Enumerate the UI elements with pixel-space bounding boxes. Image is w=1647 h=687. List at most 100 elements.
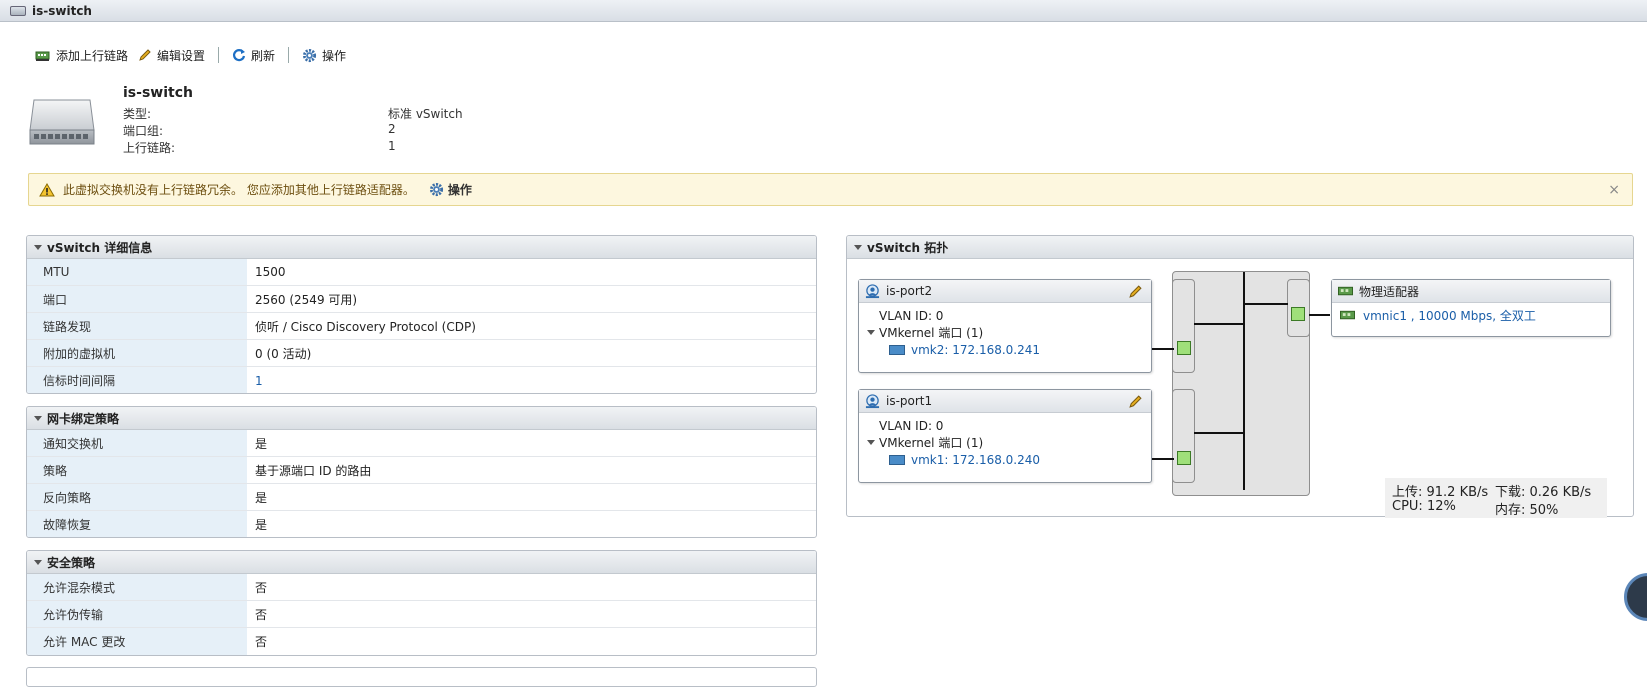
add-uplink-icon [35, 51, 50, 61]
teaming-row-notify: 通知交换机是 [27, 430, 816, 457]
alert-message: 此虚拟交换机没有上行链路冗余。 您应添加其他上行链路适配器。 [63, 183, 415, 197]
security-row-forged-transmits: 允许伪传输否 [27, 601, 816, 628]
vswitch-image-icon [29, 99, 95, 145]
collapse-icon [34, 415, 42, 421]
add-uplink-button[interactable]: 添加上行链路 [30, 47, 133, 64]
vswitch-topology-header[interactable]: vSwitch 拓扑 [847, 236, 1633, 259]
collapse-icon [854, 244, 862, 250]
security-row-mac-changes: 允许 MAC 更改否 [27, 628, 816, 655]
refresh-button[interactable]: 刷新 [227, 47, 280, 64]
portgroup-name[interactable]: is-port2 [886, 284, 932, 298]
pencil-icon [139, 49, 151, 61]
row-value: 是 [255, 518, 268, 532]
vmknic-icon [889, 344, 905, 355]
portgroup-header: is-port1 [859, 390, 1151, 413]
row-label: 端口 [27, 286, 247, 312]
physical-adapters-title: 物理适配器 [1359, 284, 1420, 299]
summary-value-uplinks: 1 [388, 139, 396, 153]
summary-label-uplinks: 上行链路: [123, 141, 176, 155]
row-value: 侦听 / Cisco Discovery Protocol (CDP) [255, 319, 476, 334]
summary-value-portgroups: 2 [388, 122, 396, 136]
port-square [1177, 451, 1191, 465]
row-value-link[interactable]: 1 [247, 367, 263, 393]
physical-adapters-header: 物理适配器 [1332, 280, 1610, 303]
row-label: 链路发现 [27, 313, 247, 339]
vmkernel-group[interactable]: VMkernel 端口 (1) [859, 324, 1151, 341]
switch-icon [10, 5, 26, 16]
system-stats-overlay: 上传: 91.2 KB/s 下载: 0.26 KB/s CPU: 12% 内存:… [1385, 478, 1607, 518]
connector-line [1152, 348, 1174, 350]
vmkernel-group[interactable]: VMkernel 端口 (1) [859, 434, 1151, 451]
row-label: 策略 [27, 457, 247, 483]
panel-title: vSwitch 详细信息 [47, 240, 153, 255]
pencil-icon[interactable] [1128, 394, 1143, 409]
portgroup-port-slot [1172, 279, 1195, 373]
row-value: 是 [255, 436, 268, 451]
vmkernel-nic-label: vmk2: 172.168.0.241 [911, 342, 1041, 357]
toolbar-divider [218, 47, 220, 63]
download-rate: 下载: 0.26 KB/s [1495, 485, 1592, 500]
port-square [1291, 307, 1305, 321]
toolbar: 添加上行链路 编辑设置 刷新 操作 [30, 44, 351, 66]
physical-nic[interactable]: vmnic1 , 10000 Mbps, 全双工 [1332, 307, 1610, 324]
security-policy-panel: 安全策略 允许混杂模式否 允许伪传输否 允许 MAC 更改否 [26, 550, 817, 656]
nic-teaming-header[interactable]: 网卡绑定策略 [27, 407, 816, 430]
row-value: 0 (0 活动) [255, 346, 312, 361]
close-icon[interactable]: × [1608, 182, 1620, 198]
switch-summary: is-switch 类型: 标准 vSwitch 端口组: 2 上行链路: 1 [28, 84, 588, 155]
nic-card-icon [1340, 310, 1355, 320]
nic-card-icon [1338, 286, 1353, 295]
vmkernel-nic-label: vmk1: 172.168.0.240 [911, 452, 1041, 467]
connector-line [1244, 303, 1288, 305]
vmkernel-group-label: VMkernel 端口 (1) [879, 326, 984, 340]
add-uplink-label: 添加上行链路 [56, 48, 129, 63]
vlan-id: VLAN ID: 0 [879, 308, 944, 323]
refresh-label: 刷新 [251, 48, 276, 63]
memory-usage: 内存: 50% [1495, 503, 1559, 518]
teaming-row-policy: 策略 基于源端口 ID 的路由 [27, 457, 816, 484]
collapse-icon [34, 559, 42, 565]
actions-label: 操作 [322, 48, 347, 63]
vmkernel-nic[interactable]: vmk1: 172.168.0.240 [859, 451, 1151, 468]
alert-actions-label: 操作 [447, 183, 472, 197]
portgroup-icon [865, 393, 880, 408]
toolbar-divider [288, 47, 290, 63]
connector-line [1194, 432, 1244, 434]
row-label: 故障恢复 [27, 511, 247, 537]
portgroup-card[interactable]: is-port2 VLAN ID: 0 VMkernel 端口 (1) vmk2… [858, 279, 1152, 373]
panel-title: vSwitch 拓扑 [867, 240, 949, 255]
security-policy-header[interactable]: 安全策略 [27, 551, 816, 574]
vmkernel-nic[interactable]: vmk2: 172.168.0.241 [859, 341, 1151, 358]
pencil-icon[interactable] [1128, 284, 1143, 299]
row-label: 反向策略 [27, 484, 247, 510]
row-value: 否 [255, 580, 268, 595]
row-value: 2560 (2549 可用) [255, 292, 358, 307]
upload-rate: 上传: 91.2 KB/s [1392, 485, 1489, 500]
details-row-ports: 端口 2560 (2549 可用) [27, 286, 816, 313]
vswitch-details-header[interactable]: vSwitch 详细信息 [27, 236, 816, 259]
row-value: 否 [255, 635, 268, 649]
summary-label-type: 类型: [123, 107, 152, 121]
avatar[interactable] [1624, 573, 1647, 621]
switch-name: is-switch [123, 85, 193, 101]
panel-title: 网卡绑定策略 [47, 411, 120, 426]
collapse-icon [34, 244, 42, 250]
gear-icon [429, 182, 443, 197]
row-value: 基于源端口 ID 的路由 [255, 463, 372, 478]
row-label: 允许 MAC 更改 [27, 628, 247, 655]
portgroup-name[interactable]: is-port1 [886, 394, 932, 408]
details-row-beacon-interval: 信标时间间隔 1 [27, 367, 816, 393]
portgroup-card[interactable]: is-port1 VLAN ID: 0 VMkernel 端口 (1) vmk1… [858, 389, 1152, 483]
alert-actions-button[interactable]: 操作 [429, 181, 472, 198]
details-row-mtu: MTU 1500 [27, 259, 816, 286]
edit-settings-label: 编辑设置 [157, 48, 206, 63]
expand-icon [867, 330, 875, 335]
physical-nic-label: vmnic1 , 10000 Mbps, 全双工 [1363, 309, 1536, 323]
edit-settings-button[interactable]: 编辑设置 [133, 47, 210, 64]
vmkernel-group-label: VMkernel 端口 (1) [879, 436, 984, 450]
row-value: 否 [255, 607, 268, 622]
window-titlebar: is-switch [0, 0, 1647, 22]
refresh-icon [233, 49, 246, 62]
actions-button[interactable]: 操作 [297, 47, 351, 64]
details-row-attached-vms: 附加的虚拟机 0 (0 活动) [27, 340, 816, 367]
